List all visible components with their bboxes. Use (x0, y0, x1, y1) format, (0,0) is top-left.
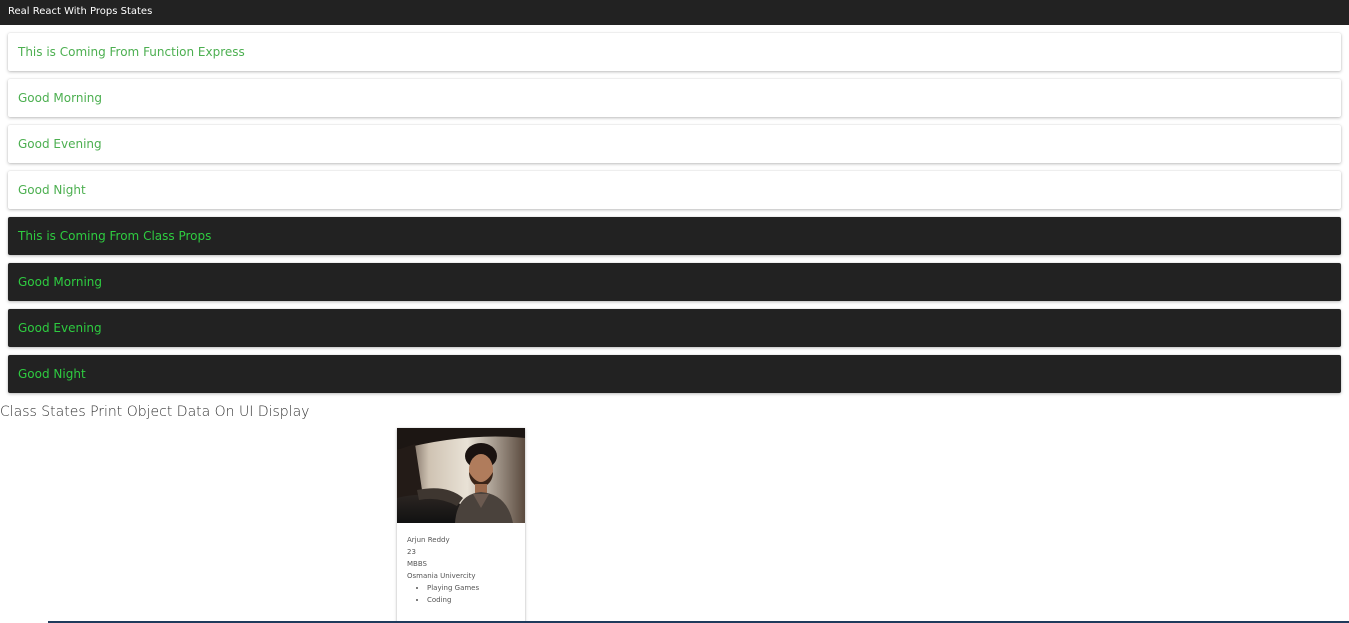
panel-text: Good Morning (18, 275, 102, 289)
hobbies-list: Playing Games Coding (407, 582, 517, 606)
function-panel-intro: This is Coming From Function Express (8, 33, 1341, 71)
profile-name: Arjun Reddy (407, 536, 450, 544)
panel-text: This is Coming From Function Express (18, 45, 245, 59)
panel-text: Good Evening (18, 321, 102, 335)
panel-text: Good Night (18, 183, 86, 197)
function-panel-night: Good Night (8, 171, 1341, 209)
list-item: Playing Games (427, 582, 517, 594)
function-panel-morning: Good Morning (8, 79, 1341, 117)
panel-text: This is Coming From Class Props (18, 229, 212, 243)
function-panel-evening: Good Evening (8, 125, 1341, 163)
profile-age: 23 (407, 548, 416, 556)
panels-list: This is Coming From Function Express Goo… (8, 33, 1341, 401)
states-section-title: Class States Print Object Data On UI Dis… (0, 404, 310, 420)
profile-university: Osmania Univercity (407, 572, 476, 580)
profile-details: Arjun Reddy 23 MBBS Osmania Univercity P… (407, 534, 517, 606)
class-panel-intro: This is Coming From Class Props (8, 217, 1341, 255)
top-navbar: Real React With Props States (0, 0, 1349, 25)
panel-text: Good Night (18, 367, 86, 381)
class-panel-evening: Good Evening (8, 309, 1341, 347)
app-title: Real React With Props States (8, 6, 153, 17)
class-panel-night: Good Night (8, 355, 1341, 393)
profile-degree: MBBS (407, 560, 427, 568)
panel-text: Good Morning (18, 91, 102, 105)
panel-text: Good Evening (18, 137, 102, 151)
list-item: Coding (427, 594, 517, 606)
profile-photo (397, 428, 525, 523)
profile-card: Arjun Reddy 23 MBBS Osmania Univercity P… (397, 428, 525, 623)
class-panel-morning: Good Morning (8, 263, 1341, 301)
